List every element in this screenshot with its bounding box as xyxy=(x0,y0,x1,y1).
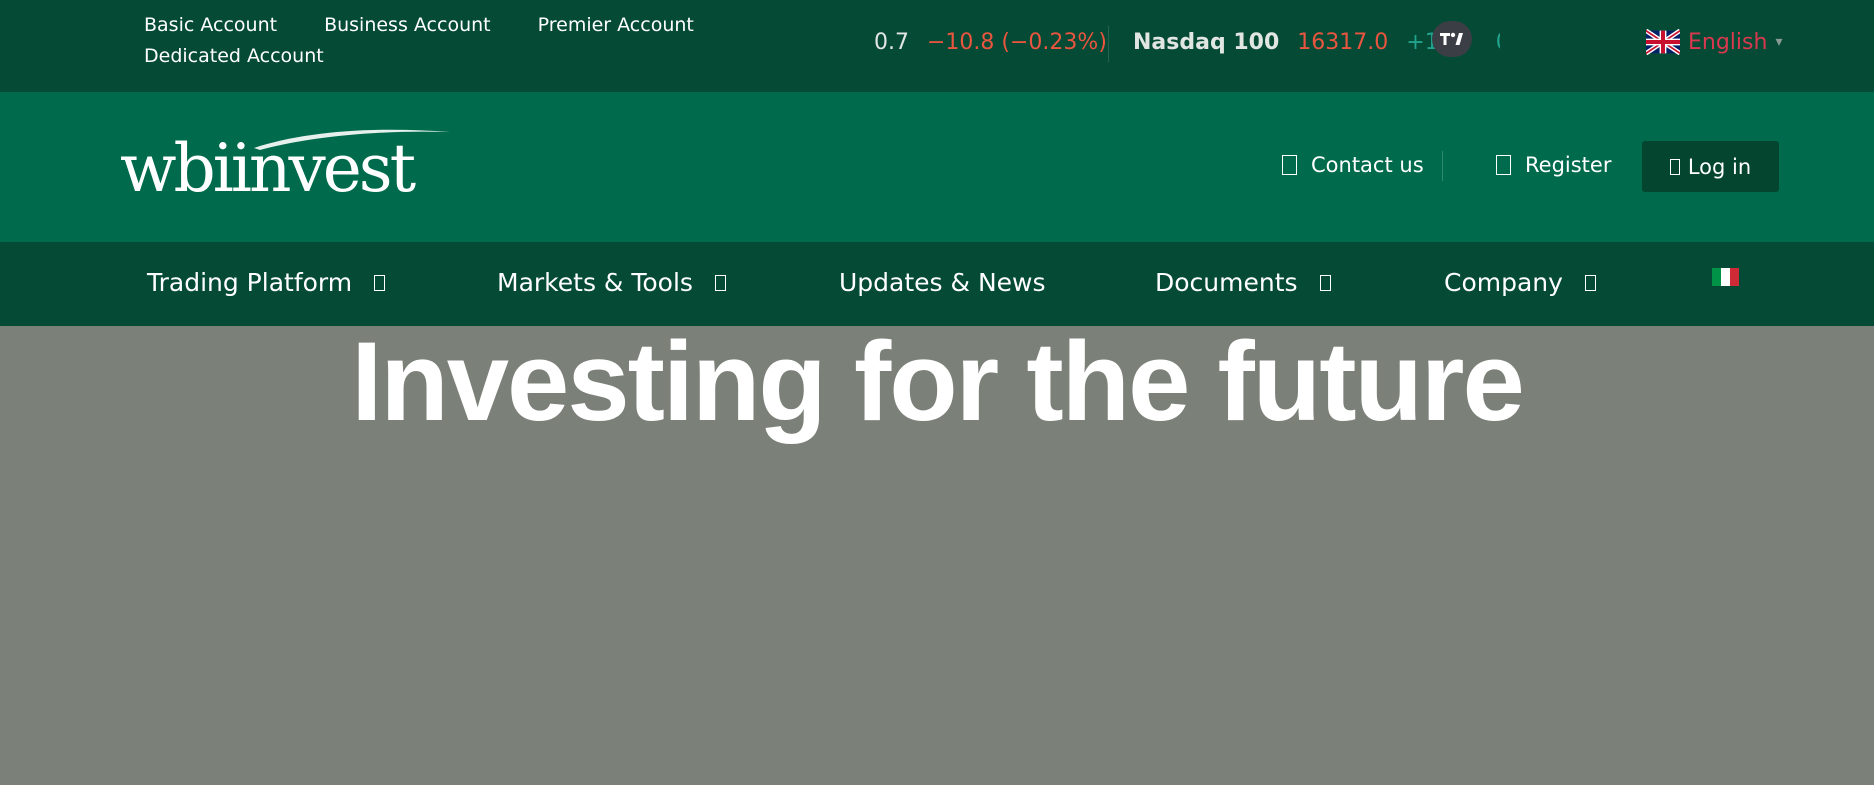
nav-item-documents[interactable]: Documents xyxy=(1155,268,1331,297)
italy-flag-white xyxy=(1721,268,1730,286)
register-link[interactable]: Register xyxy=(1496,153,1611,177)
language-selector[interactable]: English ▾ xyxy=(1646,29,1782,55)
login-label: Log in xyxy=(1687,154,1752,179)
chevron-down-icon: ▾ xyxy=(1775,34,1783,50)
main-nav: Trading Platform Markets & Tools Updates… xyxy=(0,242,1874,326)
nav-item-label: Documents xyxy=(1155,268,1298,297)
ticker-price: 16317.0 xyxy=(1297,30,1389,55)
nav-item-trading-platform[interactable]: Trading Platform xyxy=(147,268,386,297)
header-actions: Contact us Register Log in xyxy=(1270,141,1780,192)
nav-item-company[interactable]: Company xyxy=(1444,268,1596,297)
tradingview-glyph xyxy=(1440,32,1463,45)
italy-flag-green xyxy=(1712,268,1721,286)
nav-item-label: Company xyxy=(1444,268,1563,297)
premier-account-link[interactable]: Premier Account xyxy=(538,15,694,36)
nav-item-label: Trading Platform xyxy=(147,268,353,297)
site-logo[interactable]: wbiinvest xyxy=(120,126,460,202)
ticker-partial-item[interactable]: 0.7 −10.8 (−0.23%) xyxy=(874,30,1107,55)
uk-flag-icon xyxy=(1646,29,1680,55)
ticker-tape[interactable]: 0.7 −10.8 (−0.23%) Nasdaq 100 16317.0 +1… xyxy=(860,0,1500,92)
nav-item-label: Markets & Tools xyxy=(497,268,693,297)
chevron-down-icon xyxy=(374,274,386,291)
italy-flag-icon[interactable] xyxy=(1712,268,1739,286)
contact-us-label: Contact us xyxy=(1311,153,1424,177)
phone-icon xyxy=(1282,155,1297,175)
chevron-down-icon xyxy=(714,274,726,291)
chevron-down-icon xyxy=(1584,274,1596,291)
hero-title: Investing for the future xyxy=(351,319,1525,444)
nav-item-label: Updates & News xyxy=(839,268,1046,297)
lock-icon xyxy=(1669,158,1680,175)
user-plus-icon xyxy=(1496,155,1511,175)
tradingview-logo-icon[interactable] xyxy=(1432,21,1472,57)
contact-us-link[interactable]: Contact us xyxy=(1282,153,1424,177)
dedicated-account-link[interactable]: Dedicated Account xyxy=(144,46,324,67)
nav-item-updates-news[interactable]: Updates & News xyxy=(839,268,1046,297)
italy-flag-red xyxy=(1730,268,1739,286)
top-bar: Basic Account Business Account Premier A… xyxy=(0,0,1874,92)
basic-account-link[interactable]: Basic Account xyxy=(144,15,277,36)
ticker-change: −10.8 (−0.23%) xyxy=(927,30,1107,55)
account-links: Basic Account Business Account Premier A… xyxy=(144,15,704,67)
register-label: Register xyxy=(1525,153,1612,177)
nav-item-markets-tools[interactable]: Markets & Tools xyxy=(497,268,726,297)
login-button[interactable]: Log in xyxy=(1642,141,1779,192)
ticker-symbol-name: Nasdaq 100 xyxy=(1133,30,1280,55)
header-divider xyxy=(1442,151,1443,181)
language-label: English xyxy=(1688,29,1768,55)
chevron-down-icon xyxy=(1319,274,1331,291)
ticker-divider xyxy=(1108,26,1109,62)
ticker-value: 0.7 xyxy=(874,30,909,55)
logo-text: wbiinvest xyxy=(120,130,416,207)
site-header: wbiinvest Contact us Register Log in xyxy=(0,92,1874,242)
ticker-change-tail: 0 xyxy=(1496,30,1500,55)
business-account-link[interactable]: Business Account xyxy=(324,15,491,36)
